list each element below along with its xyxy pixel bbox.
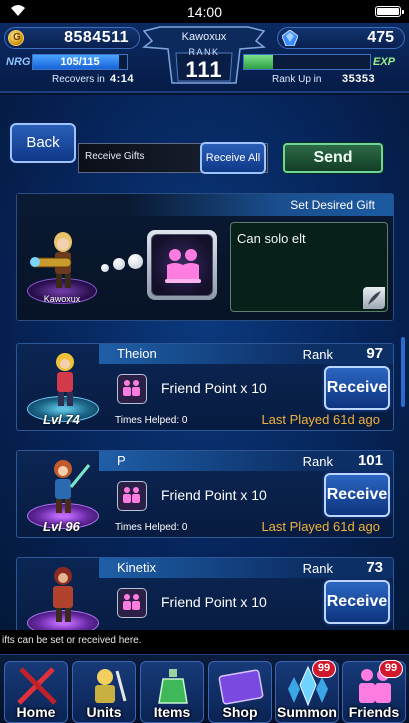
gift-label: Friend Point x 10	[161, 594, 267, 610]
nav-summon[interactable]: 99 Summon	[275, 660, 339, 723]
nav-home[interactable]: Home	[4, 661, 68, 723]
exp-label: EXP	[373, 56, 396, 68]
recover-time: 4:14	[110, 73, 135, 85]
exp-bar-fill	[244, 55, 273, 69]
friend-unit-level: Lvl 96	[43, 519, 80, 534]
friend-rank-value: 97	[366, 345, 383, 362]
gift-note-box[interactable]: Can solo elt	[230, 222, 388, 312]
gil-counter: 8584511	[4, 27, 140, 49]
times-helped: Times Helped: 0	[115, 415, 188, 426]
friend-name-bar: Theion Rank 97	[99, 344, 393, 364]
nrg-label: NRG	[6, 56, 31, 68]
nrg-value: 105/115	[60, 56, 100, 68]
times-helped: Times Helped: 0	[115, 522, 188, 533]
rank-up-value: 35353	[342, 73, 376, 85]
receive-button[interactable]: Receive	[324, 580, 390, 624]
shop-ticket-icon	[218, 669, 264, 705]
nrg-bar: 105/115	[32, 54, 128, 70]
friend-unit-sprite-icon	[54, 460, 91, 513]
friend-point-icon	[117, 588, 147, 618]
friend-rank-value: 73	[366, 559, 383, 576]
nav-shop-label: Shop	[222, 704, 258, 720]
help-ticker: ifts can be set or received here.	[0, 630, 409, 654]
friend-name: P	[117, 453, 126, 468]
nav-shop[interactable]: Shop	[208, 661, 272, 723]
bottom-nav: Home Units Items Shop 99 Summon 99 Frien…	[0, 654, 409, 723]
friend-card: Theion Rank 97 Lvl 74 Friend Point x 10 …	[16, 343, 394, 431]
hero-name: Kawoxux	[43, 294, 81, 304]
lapis-counter: 475	[277, 27, 405, 49]
thought-bubble-small	[101, 264, 109, 272]
quill-icon	[368, 291, 381, 305]
friend-rank-value: 101	[357, 452, 383, 469]
friend-name: Theion	[117, 346, 157, 361]
back-button[interactable]: Back	[10, 123, 76, 163]
receive-all-button[interactable]: Receive All	[200, 142, 266, 174]
gift-toolbar: Back Receive Gifts Receive All Send	[0, 119, 409, 175]
friend-rank-label: Rank	[302, 454, 333, 469]
nav-units[interactable]: Units	[72, 661, 136, 723]
desired-gift-slot[interactable]	[147, 230, 217, 300]
gil-coin-icon	[8, 30, 24, 46]
clock: 14:00	[186, 4, 223, 20]
recover-label: Recovers in	[52, 74, 105, 85]
friend-rank-label: Rank	[302, 561, 333, 576]
send-button[interactable]: Send	[283, 143, 383, 173]
friend-card: P Rank 101 Lvl 96 Friend Point x 10 Time…	[16, 450, 394, 538]
gift-label: Friend Point x 10	[161, 487, 267, 503]
gil-value: 8584511	[64, 29, 129, 46]
friend-card: Kinetix Rank 73 Friend Point x 10 Receiv…	[16, 557, 394, 635]
last-played: Last Played 61d ago	[261, 412, 380, 427]
list-scrollbar[interactable]	[401, 337, 405, 407]
thought-bubble-medium	[113, 258, 125, 270]
friend-unit-sprite-icon	[56, 353, 74, 406]
nav-summon-label: Summon	[277, 704, 337, 720]
summon-badge: 99	[312, 660, 336, 678]
help-ticker-text: ifts can be set or received here.	[2, 635, 142, 646]
status-bar: 14:00	[0, 0, 409, 23]
home-crossed-swords-icon	[17, 667, 57, 705]
gift-note-text: Can solo elt	[237, 231, 306, 246]
desired-gift-panel: Set Desired Gift Kawoxux Can solo elt	[16, 193, 394, 321]
friend-name-bar: P Rank 101	[99, 451, 393, 471]
friend-rank-label: Rank	[302, 347, 333, 362]
friend-point-icon	[117, 481, 147, 511]
nav-home-label: Home	[16, 704, 56, 720]
friends-badge: 99	[379, 660, 403, 678]
thought-bubble-large	[128, 254, 143, 269]
nav-items-label: Items	[153, 704, 191, 720]
lapis-crystal-icon	[282, 30, 298, 46]
receive-gifts-label: Receive Gifts	[85, 151, 145, 162]
edit-note-button[interactable]	[363, 287, 385, 309]
desired-gift-inner	[151, 234, 213, 296]
hero-sprite-icon	[30, 232, 72, 288]
receive-button[interactable]: Receive	[324, 366, 390, 410]
friend-point-icon	[165, 249, 201, 283]
gift-label: Friend Point x 10	[161, 380, 267, 396]
friend-name: Kinetix	[117, 560, 157, 575]
player-name: Kawoxux	[181, 31, 227, 43]
friend-unit-level: Lvl 74	[43, 412, 80, 427]
receive-button[interactable]: Receive	[324, 473, 390, 517]
nav-units-label: Units	[86, 704, 122, 720]
desired-gift-title: Set Desired Gift	[290, 198, 375, 212]
items-potion-icon	[158, 669, 188, 704]
friend-point-icon	[117, 374, 147, 404]
exp-bar	[243, 54, 371, 70]
units-knight-icon	[95, 669, 127, 703]
lapis-value: 475	[367, 29, 394, 46]
friends-screen: Back Receive Gifts Receive All Send Set …	[0, 95, 409, 635]
nav-items[interactable]: Items	[140, 661, 204, 723]
nav-friends-label: Friends	[348, 704, 400, 720]
nav-friends[interactable]: 99 Friends	[342, 660, 406, 723]
player-header: 8584511 Kawoxux RANK 111 475 NRG 105/115…	[0, 23, 409, 93]
friend-name-bar: Kinetix Rank 73	[99, 558, 393, 578]
desired-gift-title-bar: Set Desired Gift	[17, 194, 393, 216]
rank-up-label: Rank Up in	[272, 74, 322, 85]
last-played: Last Played 61d ago	[261, 519, 380, 534]
friend-unit-sprite-icon	[53, 567, 73, 622]
battery-icon	[375, 6, 404, 17]
